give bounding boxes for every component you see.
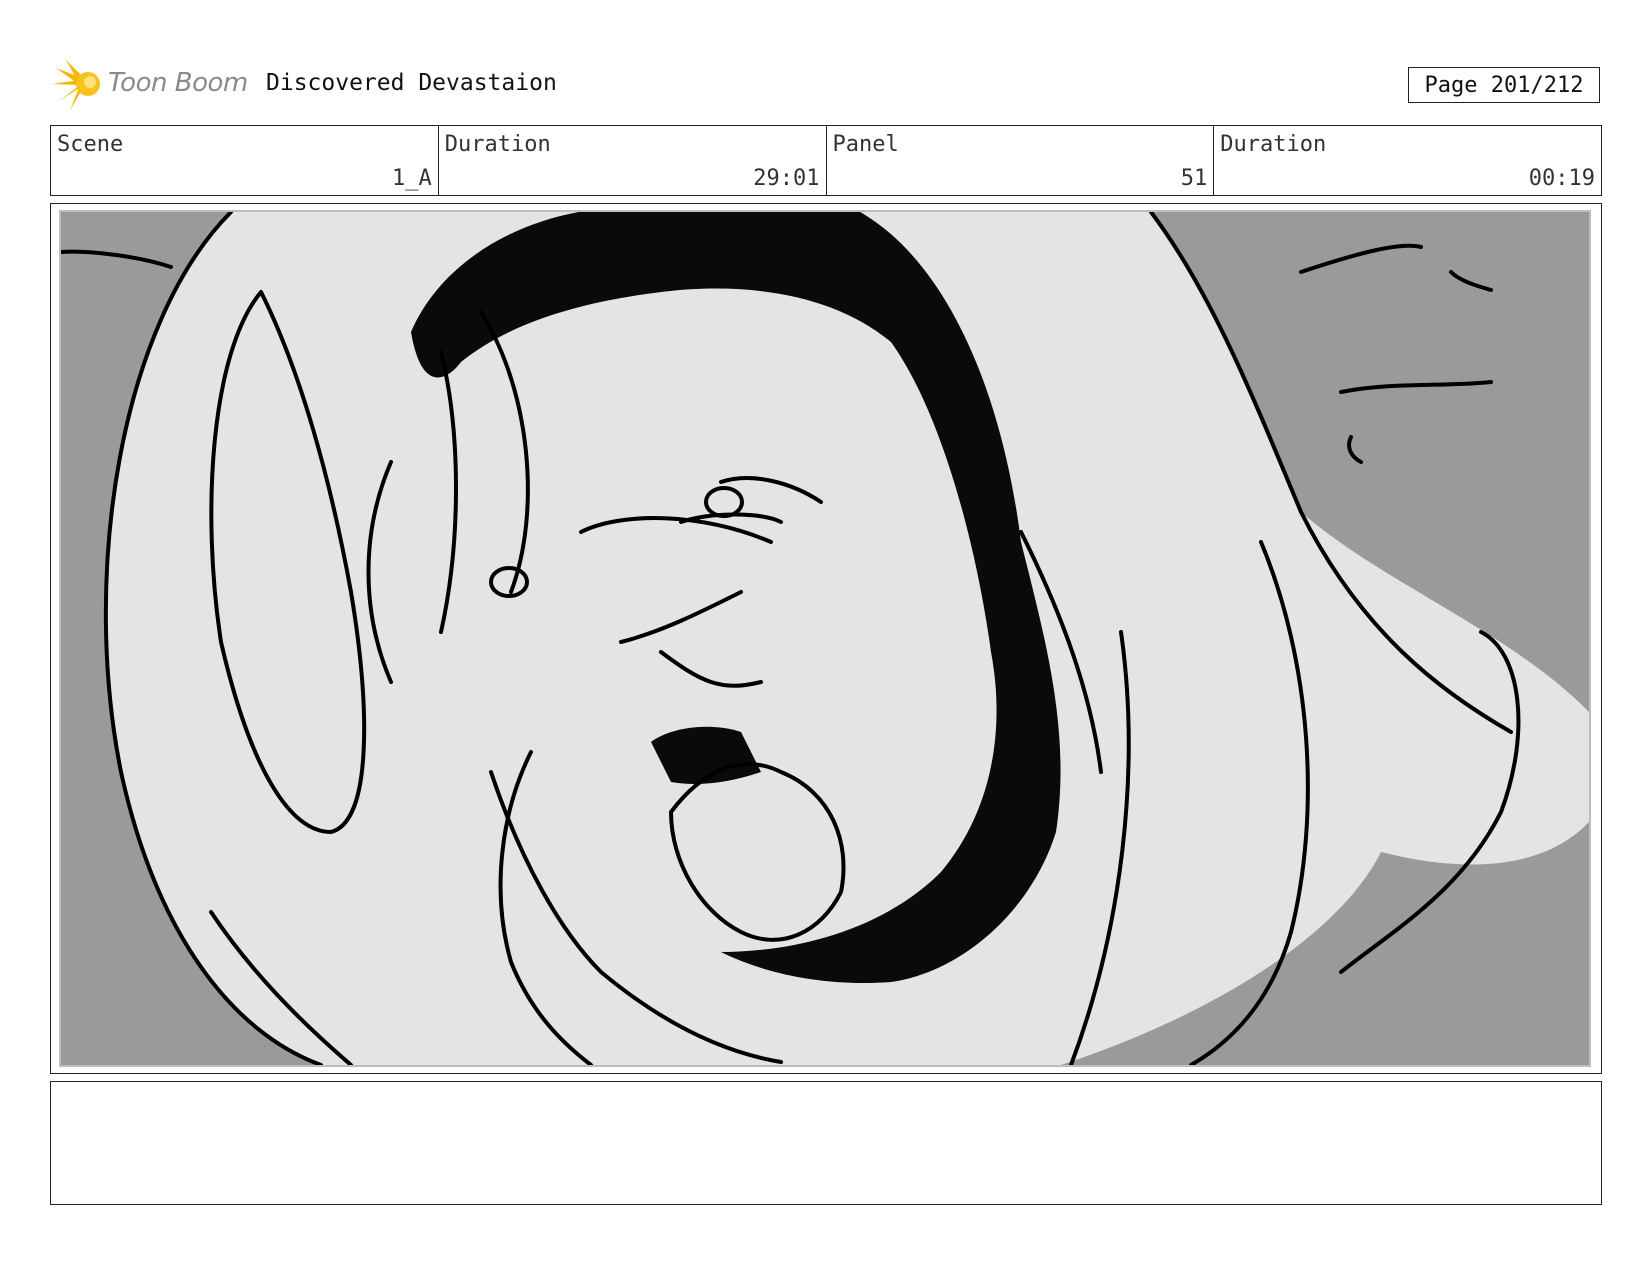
panel-drawing-area (59, 210, 1591, 1067)
storyboard-panel (50, 203, 1602, 1074)
panel-label: Panel (832, 132, 899, 157)
panel-duration-cell: Duration 00:19 (1214, 126, 1601, 195)
panel-duration-value: 00:19 (1528, 166, 1595, 191)
scene-value: 1_A (392, 166, 432, 191)
scene-duration-cell: Duration 29:01 (439, 126, 827, 195)
scene-info-row: Scene 1_A Duration 29:01 Panel 51 Durati… (50, 125, 1602, 196)
scene-duration-value: 29:01 (753, 166, 820, 191)
panel-cell: Panel 51 (827, 126, 1215, 195)
sun-burst-icon (52, 60, 100, 110)
toon-boom-logo: Toon Boom (52, 58, 252, 112)
sketch-drawing (61, 212, 1589, 1065)
scene-duration-label: Duration (444, 132, 551, 157)
scene-cell: Scene 1_A (51, 126, 439, 195)
panel-notes-area (50, 1081, 1602, 1205)
logo-text: Toon Boom (108, 68, 248, 98)
panel-duration-label: Duration (1220, 132, 1327, 157)
panel-value: 51 (1180, 166, 1208, 191)
page-counter: Page 201/212 (1408, 67, 1600, 103)
scene-label: Scene (57, 132, 124, 157)
document-title: Discovered Devastaion (266, 70, 557, 96)
